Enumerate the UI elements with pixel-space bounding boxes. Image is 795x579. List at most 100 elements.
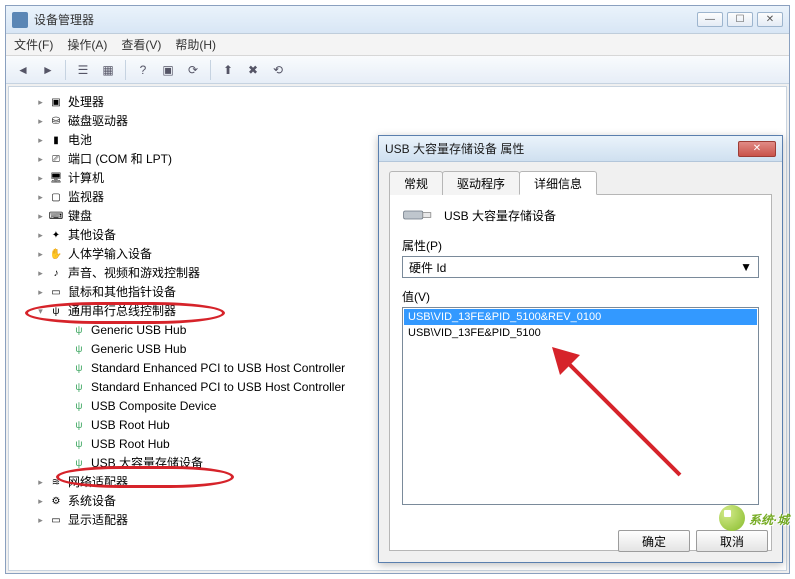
tree-item-label: 监视器 xyxy=(68,188,104,207)
menu-file[interactable]: 文件(F) xyxy=(14,36,53,53)
tree-item-label: 声音、视频和游戏控制器 xyxy=(68,264,200,283)
tab-driver[interactable]: 驱动程序 xyxy=(442,171,520,195)
forward-button[interactable]: ► xyxy=(37,59,59,81)
battery-icon: ▮ xyxy=(48,133,64,149)
expand-icon[interactable]: ▸ xyxy=(35,287,46,298)
view-button[interactable]: ▦ xyxy=(97,59,119,81)
tree-item-label: 鼠标和其他指针设备 xyxy=(68,283,176,302)
usb-device-icon: ψ xyxy=(71,456,87,472)
tree-item-label: Generic USB Hub xyxy=(91,321,186,340)
network-icon: ≋ xyxy=(48,475,64,491)
tree-item-label: Standard Enhanced PCI to USB Host Contro… xyxy=(91,359,345,378)
update-driver-button[interactable]: ⬆ xyxy=(217,59,239,81)
tree-item[interactable]: ▸⛁磁盘驱动器 xyxy=(13,112,782,131)
close-button[interactable]: ✕ xyxy=(757,12,783,27)
list-item[interactable]: USB\VID_13FE&PID_5100 xyxy=(404,325,757,341)
value-listbox[interactable]: USB\VID_13FE&PID_5100&REV_0100 USB\VID_1… xyxy=(402,307,759,505)
tab-general[interactable]: 常规 xyxy=(389,171,443,195)
keyboard-icon: ⌨ xyxy=(48,209,64,225)
usb-device-icon: ψ xyxy=(71,323,87,339)
expand-icon[interactable]: ▸ xyxy=(35,515,46,526)
tree-item-label: USB Composite Device xyxy=(91,397,216,416)
expand-icon[interactable]: ▸ xyxy=(35,116,46,127)
usb-device-icon: ψ xyxy=(71,361,87,377)
list-item[interactable]: USB\VID_13FE&PID_5100&REV_0100 xyxy=(404,309,757,325)
expand-icon[interactable]: ▸ xyxy=(35,230,46,241)
properties-dialog: USB 大容量存储设备 属性 ✕ 常规 驱动程序 详细信息 USB 大容量存储设… xyxy=(378,135,783,563)
ok-button[interactable]: 确定 xyxy=(618,530,690,552)
help-button[interactable]: ? xyxy=(132,59,154,81)
usb-device-icon: ψ xyxy=(71,342,87,358)
usb-device-icon: ψ xyxy=(71,399,87,415)
app-icon xyxy=(12,12,28,28)
tree-item-label: 人体学输入设备 xyxy=(68,245,152,264)
refresh-button[interactable]: ⟳ xyxy=(182,59,204,81)
expand-icon[interactable]: ▸ xyxy=(35,496,46,507)
device-name-label: USB 大容量存储设备 xyxy=(444,207,556,224)
show-hidden-button[interactable]: ☰ xyxy=(72,59,94,81)
dialog-title: USB 大容量存储设备 属性 xyxy=(385,140,738,157)
expand-icon[interactable]: ▸ xyxy=(35,211,46,222)
disk-icon: ⛁ xyxy=(48,114,64,130)
tree-item-label: 其他设备 xyxy=(68,226,116,245)
uninstall-button[interactable]: ✖ xyxy=(242,59,264,81)
usb-device-icon: ψ xyxy=(71,418,87,434)
toolbar: ◄ ► ☰ ▦ ? ▣ ⟳ ⬆ ✖ ⟲ xyxy=(6,56,789,84)
expand-icon[interactable]: ▸ xyxy=(35,97,46,108)
property-dropdown[interactable]: 硬件 Id ▼ xyxy=(402,256,759,278)
tab-details[interactable]: 详细信息 xyxy=(519,171,597,195)
tree-item-label: Standard Enhanced PCI to USB Host Contro… xyxy=(91,378,345,397)
menu-action[interactable]: 操作(A) xyxy=(67,36,107,53)
tree-item-label: 处理器 xyxy=(68,93,104,112)
tree-item[interactable]: ▸▣处理器 xyxy=(13,93,782,112)
property-value: 硬件 Id xyxy=(409,259,446,276)
back-button[interactable]: ◄ xyxy=(12,59,34,81)
usb-device-icon xyxy=(402,205,434,225)
expand-icon[interactable]: ▸ xyxy=(35,249,46,260)
menu-view[interactable]: 查看(V) xyxy=(121,36,161,53)
tree-item-label: 键盘 xyxy=(68,207,92,226)
usb-device-icon: ψ xyxy=(71,380,87,396)
dialog-close-button[interactable]: ✕ xyxy=(738,141,776,157)
tree-item-label: Generic USB Hub xyxy=(91,340,186,359)
usb-device-icon: ψ xyxy=(71,437,87,453)
tree-item-label: 端口 (COM 和 LPT) xyxy=(68,150,172,169)
expand-icon[interactable]: ▸ xyxy=(35,268,46,279)
expand-icon[interactable]: ▸ xyxy=(35,173,46,184)
mouse-icon: ▭ xyxy=(48,285,64,301)
property-label: 属性(P) xyxy=(402,237,759,254)
dialog-titlebar: USB 大容量存储设备 属性 ✕ xyxy=(379,136,782,162)
collapse-icon[interactable]: ▾ xyxy=(35,306,46,317)
tree-item-label: 系统设备 xyxy=(68,492,116,511)
tree-item-label: USB Root Hub xyxy=(91,416,170,435)
value-label: 值(V) xyxy=(402,288,759,305)
other-icon: ✦ xyxy=(48,228,64,244)
minimize-button[interactable]: — xyxy=(697,12,723,27)
sound-icon: ♪ xyxy=(48,266,64,282)
monitor-icon: ▢ xyxy=(48,190,64,206)
expand-icon[interactable]: ▸ xyxy=(35,154,46,165)
expand-icon[interactable]: ▸ xyxy=(35,477,46,488)
tree-item-label: 网络适配器 xyxy=(68,473,128,492)
expand-icon[interactable]: ▸ xyxy=(35,135,46,146)
details-pane: USB 大容量存储设备 属性(P) 硬件 Id ▼ 值(V) USB\VID_1… xyxy=(389,195,772,551)
window-title: 设备管理器 xyxy=(34,11,697,28)
titlebar: 设备管理器 — ☐ ✕ xyxy=(6,6,789,34)
properties-button[interactable]: ▣ xyxy=(157,59,179,81)
tree-item-label: 显示适配器 xyxy=(68,511,128,530)
cancel-button[interactable]: 取消 xyxy=(696,530,768,552)
scan-button[interactable]: ⟲ xyxy=(267,59,289,81)
expand-icon[interactable]: ▸ xyxy=(35,192,46,203)
system-icon: ⚙ xyxy=(48,494,64,510)
tree-item-label: 电池 xyxy=(68,131,92,150)
menu-help[interactable]: 帮助(H) xyxy=(175,36,216,53)
port-icon: ⎚ xyxy=(48,152,64,168)
tree-item-label: 通用串行总线控制器 xyxy=(68,302,176,321)
display-icon: ▭ xyxy=(48,513,64,529)
usb-icon: ψ xyxy=(48,304,64,320)
computer-icon: 🖥 xyxy=(48,171,64,187)
maximize-button[interactable]: ☐ xyxy=(727,12,753,27)
tree-item-label: USB 大容量存储设备 xyxy=(91,454,203,473)
tree-item-label: 计算机 xyxy=(68,169,104,188)
tree-item-label: 磁盘驱动器 xyxy=(68,112,128,131)
